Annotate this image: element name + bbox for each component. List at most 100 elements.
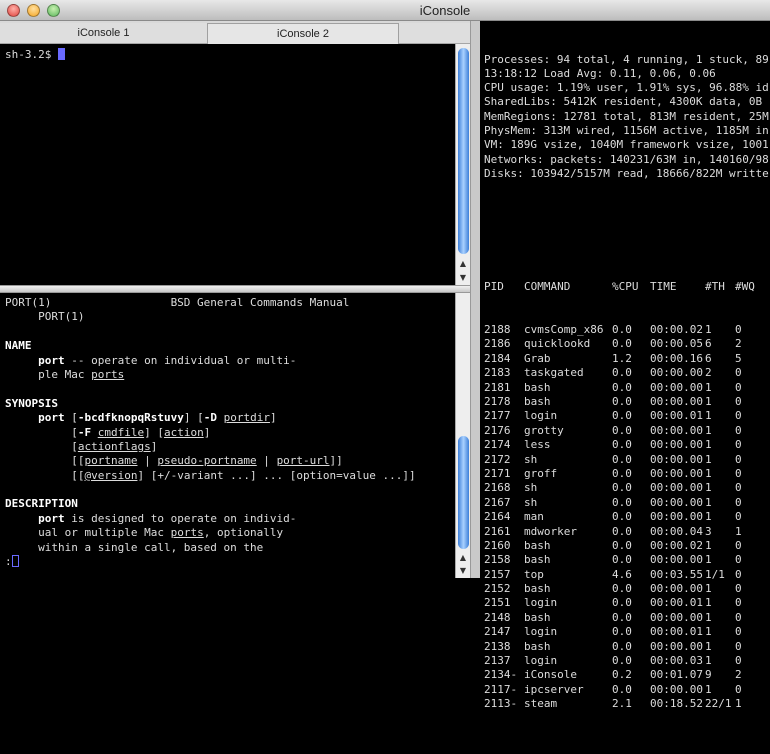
table-cell: 2181: [484, 380, 511, 394]
table-cell: 0.0: [612, 394, 632, 408]
table-row[interactable]: 2174 less 0.0 00:00.00 1 0: [484, 438, 770, 452]
table-cell: 0: [735, 466, 742, 480]
man-text: [: [5, 425, 78, 439]
table-cell: less: [524, 438, 551, 452]
man-line: [[portname | pseudo-portname | port-url]…: [5, 454, 450, 468]
scroll-thumb[interactable]: [458, 436, 469, 549]
man-reference: port-url: [276, 454, 330, 468]
scroll-up-arrow-icon[interactable]: ▲: [456, 257, 470, 270]
table-row[interactable]: 2151 login 0.0 00:00.01 1 0: [484, 596, 770, 610]
table-row[interactable]: 2184 Grab 1.2 00:00.16 6 5: [484, 352, 770, 366]
table-row[interactable]: 2177 login 0.0 00:00.01 1 0: [484, 409, 770, 423]
man-text: [217, 411, 224, 424]
column-header[interactable]: #TH: [705, 280, 735, 294]
tab-iconsole-1[interactable]: iConsole 1: [0, 23, 207, 44]
table-row[interactable]: 2181 bash 0.0 00:00.00 1 0: [484, 381, 770, 395]
scroll-down-arrow-icon[interactable]: ▼: [456, 271, 470, 284]
table-cell: 1: [705, 682, 712, 696]
table-row[interactable]: 2171 groff 0.0 00:00.00 1 0: [484, 467, 770, 481]
table-cell: 6: [705, 337, 712, 351]
table-row[interactable]: 2158 bash 0.0 00:00.00 1 0: [484, 553, 770, 567]
column-header[interactable]: #WQ: [735, 280, 755, 294]
table-cell: 00:00.00: [650, 466, 703, 480]
table-cell: 00:00.00: [650, 639, 703, 653]
table-cell: 2151: [484, 596, 511, 610]
table-cell: 2176: [484, 423, 511, 437]
column-header[interactable]: PID: [484, 280, 524, 294]
man-reference: ports: [91, 367, 125, 381]
table-cell: 1: [735, 524, 742, 538]
man-line: [[@version] [+/-variant ...] ... [option…: [5, 469, 450, 483]
table-row[interactable]: 2157 top 4.6 00:03.55 1/1 0: [484, 568, 770, 582]
pager-prompt: :: [5, 555, 12, 569]
table-cell: quicklookd: [524, 337, 591, 351]
table-cell: 0.0: [612, 366, 632, 380]
table-cell: 00:00.00: [650, 394, 703, 408]
table-cell: 1: [705, 596, 712, 610]
table-cell: 5: [735, 351, 742, 365]
pane-divider[interactable]: [470, 21, 480, 578]
table-row[interactable]: 2168 sh 0.0 00:00.00 1 0: [484, 481, 770, 495]
table-cell: 6: [705, 351, 712, 365]
table-row[interactable]: 2188 cvmsComp_x86 0.0 00:00.02 1 0: [484, 323, 770, 337]
table-row[interactable]: 2183 taskgated 0.0 00:00.00 2 0: [484, 366, 770, 380]
table-cell: 2113-: [484, 697, 518, 711]
table-row[interactable]: 2113- steam 2.1 00:18.52 22/1 1: [484, 697, 770, 711]
table-cell: 2.1: [612, 697, 632, 711]
top-scrollbar[interactable]: ▲ ▼: [455, 44, 470, 285]
table-row[interactable]: 2134- iConsole 0.2 00:01.07 9 2: [484, 668, 770, 682]
table-row[interactable]: 2148 bash 0.0 00:00.00 1 0: [484, 611, 770, 625]
table-row[interactable]: 2172 sh 0.0 00:00.00 1 0: [484, 453, 770, 467]
table-cell: 2178: [484, 394, 511, 408]
table-cell: 2138: [484, 639, 511, 653]
table-cell: 0.0: [612, 466, 632, 480]
scroll-thumb[interactable]: [458, 48, 469, 254]
bottom-scrollbar[interactable]: ▲ ▼: [455, 293, 470, 578]
table-row[interactable]: 2147 login 0.0 00:00.01 1 0: [484, 625, 770, 639]
table-row[interactable]: 2167 sh 0.0 00:00.00 1 0: [484, 496, 770, 510]
table-row[interactable]: 2178 bash 0.0 00:00.00 1 0: [484, 395, 770, 409]
man-line: [actionflags]: [5, 440, 450, 454]
table-cell: 00:00.00: [650, 582, 703, 596]
top-terminal[interactable]: sh-3.2$: [0, 44, 455, 285]
table-row[interactable]: 2161 mdworker 0.0 00:00.04 3 1: [484, 525, 770, 539]
scroll-up-arrow-icon[interactable]: ▲: [456, 551, 470, 564]
man-reference: @version: [84, 468, 138, 482]
table-row[interactable]: 2176 grotty 0.0 00:00.00 1 0: [484, 424, 770, 438]
table-cell: 0: [735, 438, 742, 452]
table-cell: 00:00.01: [650, 596, 703, 610]
table-cell: 00:00.02: [650, 323, 703, 337]
table-row[interactable]: 2152 bash 0.0 00:00.00 1 0: [484, 582, 770, 596]
man-text: SYNOPSIS: [5, 396, 58, 410]
table-row[interactable]: 2160 bash 0.0 00:00.02 1 0: [484, 539, 770, 553]
table-cell: 2177: [484, 409, 511, 423]
man-text: port: [38, 511, 65, 525]
table-cell: 0.0: [612, 682, 632, 696]
table-cell: 2174: [484, 438, 511, 452]
table-cell: sh: [524, 452, 538, 466]
tab-iconsole-2[interactable]: iConsole 2: [207, 23, 399, 44]
table-cell: 2161: [484, 524, 511, 538]
table-row[interactable]: 2117- ipcserver 0.0 00:00.00 1 0: [484, 683, 770, 697]
table-row[interactable]: 2186 quicklookd 0.0 00:00.05 6 2: [484, 337, 770, 351]
top-output-terminal[interactable]: Processes: 94 total, 4 running, 1 stuck,…: [480, 21, 770, 710]
man-text: [5, 354, 38, 367]
man-line: SYNOPSIS: [5, 397, 450, 411]
column-header[interactable]: COMMAND: [524, 280, 612, 294]
column-header[interactable]: %CPU: [612, 280, 650, 294]
man-text: [91, 426, 98, 439]
table-row[interactable]: 2164 man 0.0 00:00.00 1 0: [484, 510, 770, 524]
split-divider[interactable]: [0, 285, 470, 293]
man-page-terminal[interactable]: PORT(1) BSD General Commands Manual PORT…: [0, 293, 455, 578]
column-header[interactable]: TIME: [650, 280, 705, 294]
scroll-down-arrow-icon[interactable]: ▼: [456, 564, 470, 577]
table-cell: 2117-: [484, 682, 518, 696]
man-text: , optionally: [203, 526, 284, 540]
table-cell: 0.0: [612, 438, 632, 452]
table-row[interactable]: 2138 bash 0.0 00:00.00 1 0: [484, 640, 770, 654]
table-cell: sh: [524, 495, 538, 509]
table-cell: 00:00.16: [650, 351, 703, 365]
table-cell: 0: [735, 481, 742, 495]
table-row[interactable]: 2137 login 0.0 00:00.03 1 0: [484, 654, 770, 668]
table-cell: 00:00.00: [650, 380, 703, 394]
